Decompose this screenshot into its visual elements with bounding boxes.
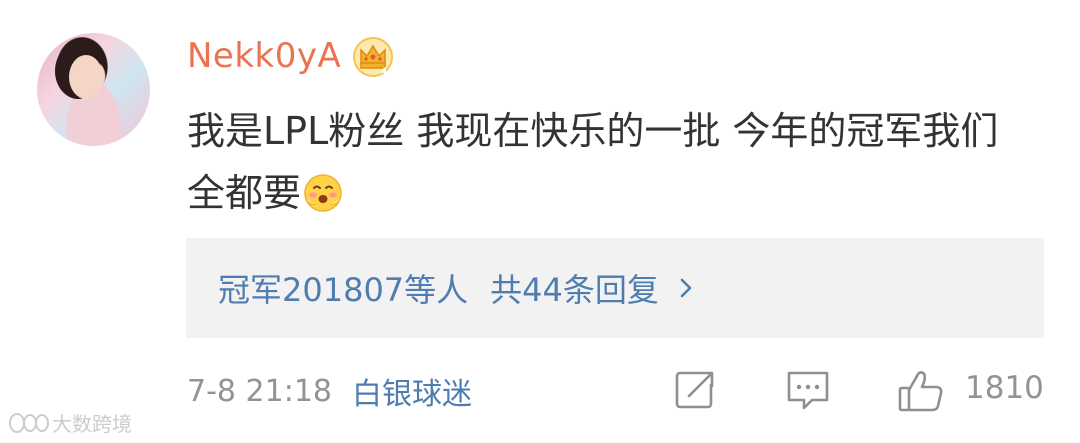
comment-text: 我是LPL粉丝 我现在快乐的一批 今年的冠军我们全都要	[187, 100, 1017, 224]
forward-icon[interactable]	[673, 368, 717, 412]
reply-count[interactable]: 共44条回复	[490, 265, 659, 311]
crown-badge-icon[interactable]: 4	[352, 36, 394, 78]
comment-meta: 7-8 21:18 白银球迷	[187, 366, 472, 416]
reply-users[interactable]: 冠军201807等人	[218, 265, 468, 311]
replies-preview[interactable]: 冠军201807等人 共44条回复	[186, 238, 1044, 338]
timestamp: 7-8 21:18	[187, 373, 332, 409]
watermark-logo-icon	[9, 412, 49, 433]
avatar[interactable]	[37, 33, 150, 146]
thumbs-up-icon[interactable]	[897, 368, 945, 414]
svg-text:4: 4	[381, 67, 387, 77]
source-label[interactable]: 白银球迷	[352, 369, 472, 413]
watermark: 大数跨境	[8, 408, 132, 437]
watermark-text: 大数跨境	[52, 412, 132, 436]
comment-icon[interactable]	[785, 368, 831, 412]
username[interactable]: Nekk0yA	[187, 36, 341, 76]
chevron-right-icon	[680, 278, 692, 298]
smiling-blush-emoji-icon	[304, 174, 342, 212]
like-count: 1810	[965, 370, 1044, 406]
